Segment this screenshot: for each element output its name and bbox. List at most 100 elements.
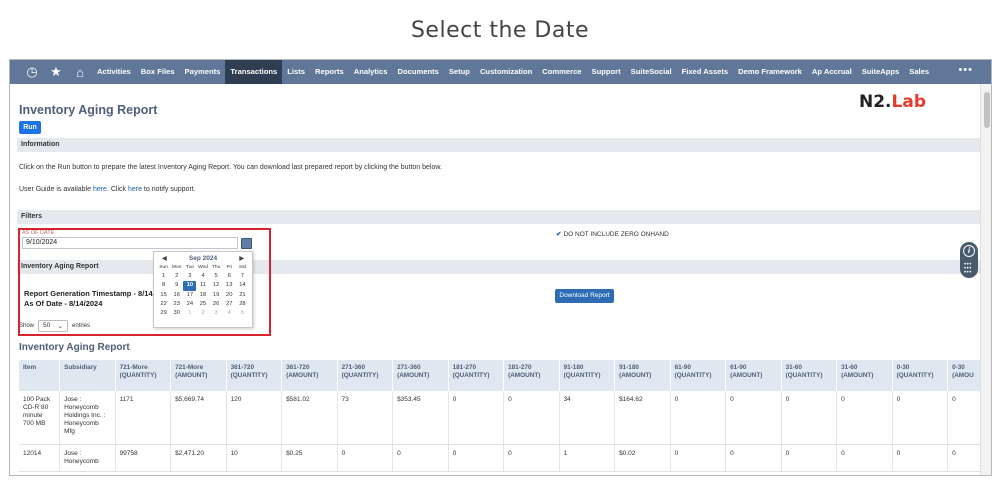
table-cell: Jose : Honeycomb Holdings Inc. : Honeyco… [59,391,116,445]
vertical-scrollbar[interactable] [980,84,991,475]
table-cell: 0 [947,444,981,472]
table-cell: 0 [781,391,838,445]
table-cell: 0 [836,444,893,472]
table-cell: $164.62 [614,391,671,445]
more-menu-icon[interactable]: ••• [958,64,973,76]
column-header[interactable]: 91-180 (AMOUNT) [614,360,671,391]
user-guide-link[interactable]: here [93,186,107,193]
n2lab-logo: N2.Lab [859,92,926,112]
page-title: Inventory Aging Report [19,103,158,117]
table-cell: 0 [892,391,949,445]
table-cell: 120 [226,391,283,445]
table-cell: 1171 [115,391,172,445]
table-cell: 0 [392,444,449,472]
nav-item-demo-framework[interactable]: Demo Framework [733,60,807,84]
table-cell: 0 [337,444,394,472]
nav-item-ap-accrual[interactable]: Ap Accrual [807,60,857,84]
table-cell: Jose : Honeycomb [59,444,116,472]
nav-item-lists[interactable]: Lists [282,60,310,84]
checkbox-checked-icon[interactable]: ✔ [556,231,561,238]
table-cell: 0 [503,444,560,472]
run-button[interactable]: Run [19,121,41,134]
column-header[interactable]: 271-360 (QUANTITY) [337,360,394,391]
table-cell: 0 [947,391,981,445]
table-cell: 0 [670,391,727,445]
table-cell: 10 [226,444,283,472]
column-header[interactable]: 721-More (QUANTITY) [115,360,172,391]
info-icon[interactable]: i [963,245,975,257]
table-cell: $0.25 [281,444,338,472]
table-cell: $353.45 [392,391,449,445]
column-header[interactable]: 271-360 (AMOUNT) [392,360,449,391]
column-header[interactable]: 31-60 (AMOUNT) [836,360,893,391]
table-cell: 0 [781,444,838,472]
nav-item-analytics[interactable]: Analytics [349,60,393,84]
info-line-2: User Guide is available here. Click here… [19,186,196,193]
column-header[interactable]: 181-270 (AMOUNT) [503,360,560,391]
table-cell: $581.02 [281,391,338,445]
nav-item-suiteapps[interactable]: SuiteApps [857,60,905,84]
history-icon[interactable]: ◷ [20,64,44,80]
nav-item-transactions[interactable]: Transactions [225,60,283,84]
nav-item-documents[interactable]: Documents [392,60,443,84]
browser-frame: ◷ ★ ⌂ Activities Box Files Payments Tran… [9,59,992,476]
nav-item-suitesocial[interactable]: SuiteSocial [626,60,677,84]
column-header[interactable]: 361-720 (AMOUNT) [281,360,338,391]
table-cell: $2,471.20 [170,444,227,472]
table-row: 100 Pack CD-R 80 minute 700 MB Jose : Hon… [19,391,981,445]
column-header[interactable]: Subsidiary [59,360,116,391]
zero-onhand-checkbox[interactable]: ✔ DO NOT INCLUDE ZERO ONHAND [556,230,669,238]
table-cell: 100 Pack CD-R 80 minute 700 MB [19,391,61,445]
table-cell: 0 [448,444,505,472]
column-header[interactable]: 91-180 (QUANTITY) [559,360,616,391]
column-header[interactable]: 181-270 (QUANTITY) [448,360,505,391]
highlight-box [18,228,271,336]
filters-section-header: Filters [17,210,980,224]
table-cell: 12014 [19,444,61,472]
nav-item-customization[interactable]: Customization [475,60,537,84]
help-widget[interactable]: i ••• ••• ••• [960,242,978,278]
page-heading: Select the Date [410,18,590,43]
aging-table: Item Subsidiary 721-More (QUANTITY) 721-Mor… [19,360,981,472]
notify-support-link[interactable]: here [128,186,142,193]
nav-item-support[interactable]: Support [587,60,626,84]
top-navbar: ◷ ★ ⌂ Activities Box Files Payments Tran… [10,60,991,84]
column-header[interactable]: 721-More (AMOUNT) [170,360,227,391]
table-cell: 0 [725,444,782,472]
table-row: 12014 Jose : Honeycomb 99758 $2,471.20 10 $0.… [19,444,981,472]
information-section-header: Information [17,138,980,152]
table-cell: 34 [559,391,616,445]
table-cell: 73 [337,391,394,445]
main-content: Inventory Aging Report N2.Lab Run Inform… [10,84,981,475]
column-header[interactable]: 361-720 (QUANTITY) [226,360,283,391]
table-cell: 99758 [115,444,172,472]
grid-icon[interactable]: ••• ••• ••• [964,262,974,276]
table-cell: 0 [448,391,505,445]
home-icon[interactable]: ⌂ [68,65,92,80]
column-header[interactable]: 0-30 (QUANTITY) [892,360,949,391]
column-header[interactable]: 61-90 (QUANTITY) [670,360,727,391]
table-title: Inventory Aging Report [19,342,130,353]
nav-item-setup[interactable]: Setup [444,60,475,84]
column-header[interactable]: 0-30 (AMOU [947,360,981,391]
table-cell: 0 [503,391,560,445]
nav-item-commerce[interactable]: Commerce [537,60,586,84]
column-header[interactable]: 61-90 (AMOUNT) [725,360,782,391]
nav-item-activities[interactable]: Activities [92,60,136,84]
nav-item-reports[interactable]: Reports [310,60,349,84]
info-line-1: Click on the Run button to prepare the l… [19,164,442,171]
table-cell: $0.02 [614,444,671,472]
table-cell: 0 [670,444,727,472]
nav-item-fixed-assets[interactable]: Fixed Assets [677,60,734,84]
nav-item-payments[interactable]: Payments [180,60,226,84]
table-cell: 0 [725,391,782,445]
table-cell: $5,669.74 [170,391,227,445]
column-header[interactable]: Item [19,360,61,391]
download-report-button[interactable]: Download Report [555,289,614,303]
column-header[interactable]: 31-60 (QUANTITY) [781,360,838,391]
table-cell: 1 [559,444,616,472]
nav-item-sales[interactable]: Sales [904,60,934,84]
vertical-scroll-thumb[interactable] [984,92,990,128]
star-icon[interactable]: ★ [44,64,68,80]
nav-item-box-files[interactable]: Box Files [136,60,180,84]
